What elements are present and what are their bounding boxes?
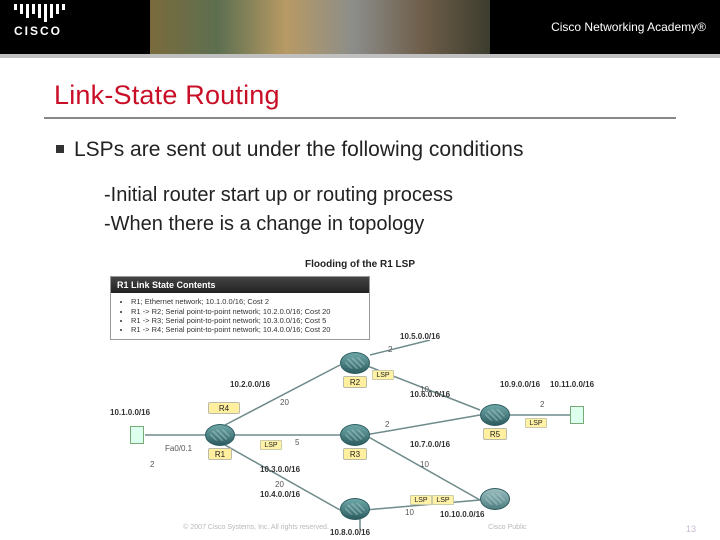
lsp-tag: LSP <box>372 370 394 380</box>
net-10-10: 10.10.0.0/16 <box>440 510 484 519</box>
topology: R1 R2 R3 R5 LSP LSP LSP LSP LSP R4 10.1.… <box>110 340 610 530</box>
lan-icon <box>570 406 584 424</box>
lsp-tag: LSP <box>525 418 547 428</box>
panel-item: R1; Ethernet network; 10.1.0.0/16; Cost … <box>131 297 363 306</box>
cost-10: 10 <box>405 508 414 517</box>
slide-title: Link-State Routing <box>54 80 666 111</box>
cost-20: 20 <box>275 480 284 489</box>
r4-altlabel: R4 <box>208 402 240 414</box>
net-10-2: 10.2.0.0/16 <box>230 380 270 389</box>
cost-2: 2 <box>150 460 154 469</box>
net-10-7: 10.7.0.0/16 <box>410 440 450 449</box>
slide-body: LSPs are sent out under the following co… <box>0 119 720 530</box>
slide-header: CISCO Cisco Networking Academy® <box>0 0 720 54</box>
cost-2: 2 <box>385 420 389 429</box>
diagram-title: Flooding of the R1 LSP <box>110 259 610 270</box>
net-10-3: 10.3.0.0/16 <box>260 465 300 474</box>
bullet-text: LSPs are sent out under the following co… <box>74 137 523 163</box>
router-label-r2: R2 <box>343 376 367 388</box>
panel-item: R1 -> R3; Serial point-to-point network;… <box>131 316 363 325</box>
cost-5: 5 <box>295 438 299 447</box>
panel-item: R1 -> R4; Serial point-to-point network;… <box>131 325 363 334</box>
bullet-icon <box>56 145 64 153</box>
cisco-logo: CISCO <box>14 4 65 38</box>
router-r1 <box>205 424 235 446</box>
cost-10: 10 <box>420 460 429 469</box>
router-r4 <box>340 498 370 520</box>
link-state-panel: R1 Link State Contents R1; Ethernet netw… <box>110 276 370 340</box>
panel-header: R1 Link State Contents <box>111 277 369 293</box>
footer-copyright: © 2007 Cisco Systems, Inc. All rights re… <box>183 524 329 534</box>
router-r5 <box>480 404 510 426</box>
net-10-1: 10.1.0.0/16 <box>110 408 150 417</box>
router-label-r5: R5 <box>483 428 507 440</box>
panel-item: R1 -> R2; Serial point-to-point network;… <box>131 307 363 316</box>
footer-classification: Cisco Public <box>488 524 527 534</box>
net-10-5: 10.5.0.0/16 <box>400 332 440 341</box>
page-number: 13 <box>686 524 696 534</box>
diagram: Flooding of the R1 LSP R1 Link State Con… <box>110 259 610 530</box>
router-r3 <box>340 424 370 446</box>
sub-bullet-2: -When there is a change in topology <box>104 210 664 239</box>
lsp-tag: LSP <box>260 440 282 450</box>
academy-wordmark: Cisco Networking Academy® <box>551 20 706 34</box>
router-extra <box>480 488 510 510</box>
lsp-tag: LSP <box>432 495 454 505</box>
router-r2 <box>340 352 370 374</box>
panel-body: R1; Ethernet network; 10.1.0.0/16; Cost … <box>111 293 369 339</box>
router-label-r3: R3 <box>343 448 367 460</box>
router-label-r1: R1 <box>208 448 232 460</box>
cost-2: 2 <box>540 400 544 409</box>
net-10-6: 10.6.0.0/16 <box>410 390 450 399</box>
lsp-tag: LSP <box>410 495 432 505</box>
header-photo-strip <box>150 0 490 54</box>
net-10-4: 10.4.0.0/16 <box>260 490 300 499</box>
net-10-11: 10.11.0.0/16 <box>550 380 594 389</box>
title-area: Link-State Routing <box>44 80 676 119</box>
cost-10: 10 <box>420 385 429 394</box>
slide-footer: © 2007 Cisco Systems, Inc. All rights re… <box>0 524 720 534</box>
cost-20: 20 <box>280 398 289 407</box>
sub-bullet-1: -Initial router start up or routing proc… <box>104 181 664 210</box>
lan-icon <box>130 426 144 444</box>
iface-label: Fa0/0.1 <box>165 444 192 453</box>
cost-2: 2 <box>388 345 392 354</box>
net-10-9: 10.9.0.0/16 <box>500 380 540 389</box>
cisco-wordmark: CISCO <box>14 24 65 38</box>
